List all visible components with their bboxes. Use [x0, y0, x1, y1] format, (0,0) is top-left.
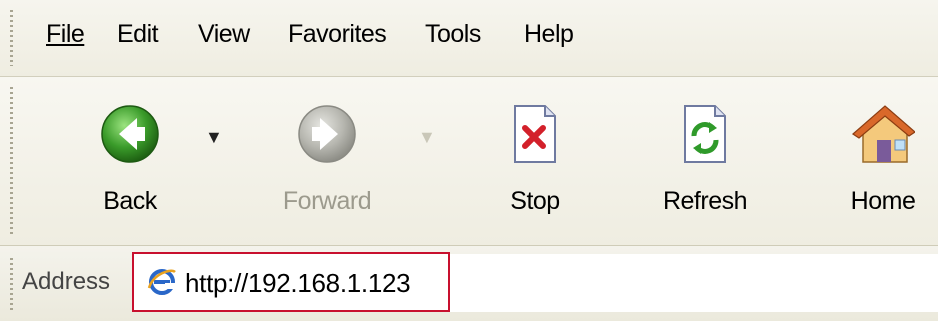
home-button[interactable]: Home [828, 77, 938, 245]
stop-button[interactable]: Stop [480, 77, 590, 245]
menu-view[interactable]: View [198, 20, 250, 49]
back-dropdown-arrow[interactable]: ▼ [205, 127, 223, 148]
menu-view-label: View [198, 20, 250, 48]
address-label: Address [22, 268, 111, 295]
refresh-label: Refresh [662, 187, 748, 215]
browser-window: File Edit View Favorites Tools Help Back… [0, 0, 938, 321]
menu-file-label: File [46, 20, 85, 48]
menu-favorites-label: Favorites [288, 20, 387, 48]
home-house-icon [851, 102, 916, 171]
toolbar-grip[interactable] [10, 87, 13, 237]
stop-page-icon [509, 102, 561, 171]
address-bar-grip[interactable] [10, 258, 13, 310]
menu-tools-label: Tools [425, 20, 481, 48]
stop-label: Stop [510, 187, 560, 215]
url-highlight-box [132, 252, 450, 312]
refresh-page-icon [679, 102, 731, 171]
back-label: Back [103, 187, 157, 215]
menu-favorites[interactable]: Favorites [288, 20, 387, 49]
refresh-button[interactable]: Refresh [640, 77, 770, 245]
back-button[interactable]: Back [70, 77, 190, 245]
menu-edit-label: Edit [117, 20, 159, 48]
menu-file[interactable]: File [46, 20, 85, 49]
back-arrow-icon [98, 102, 162, 171]
menu-bar: File Edit View Favorites Tools Help [0, 0, 938, 77]
standard-toolbar: Back ▼ Forward ▼ Stop Refresh Home [0, 77, 938, 246]
forward-arrow-icon [295, 102, 359, 171]
menu-help[interactable]: Help [524, 20, 574, 49]
forward-label: Forward [282, 187, 372, 215]
menu-bar-grip[interactable] [10, 10, 13, 66]
menu-edit[interactable]: Edit [117, 20, 159, 49]
menu-tools[interactable]: Tools [425, 20, 481, 49]
forward-button[interactable]: Forward [262, 77, 392, 245]
forward-dropdown-arrow[interactable]: ▼ [418, 127, 436, 148]
home-label: Home [850, 187, 916, 215]
address-bar: Address http://192.168.1.123 [0, 246, 938, 321]
menu-help-label: Help [524, 20, 574, 48]
